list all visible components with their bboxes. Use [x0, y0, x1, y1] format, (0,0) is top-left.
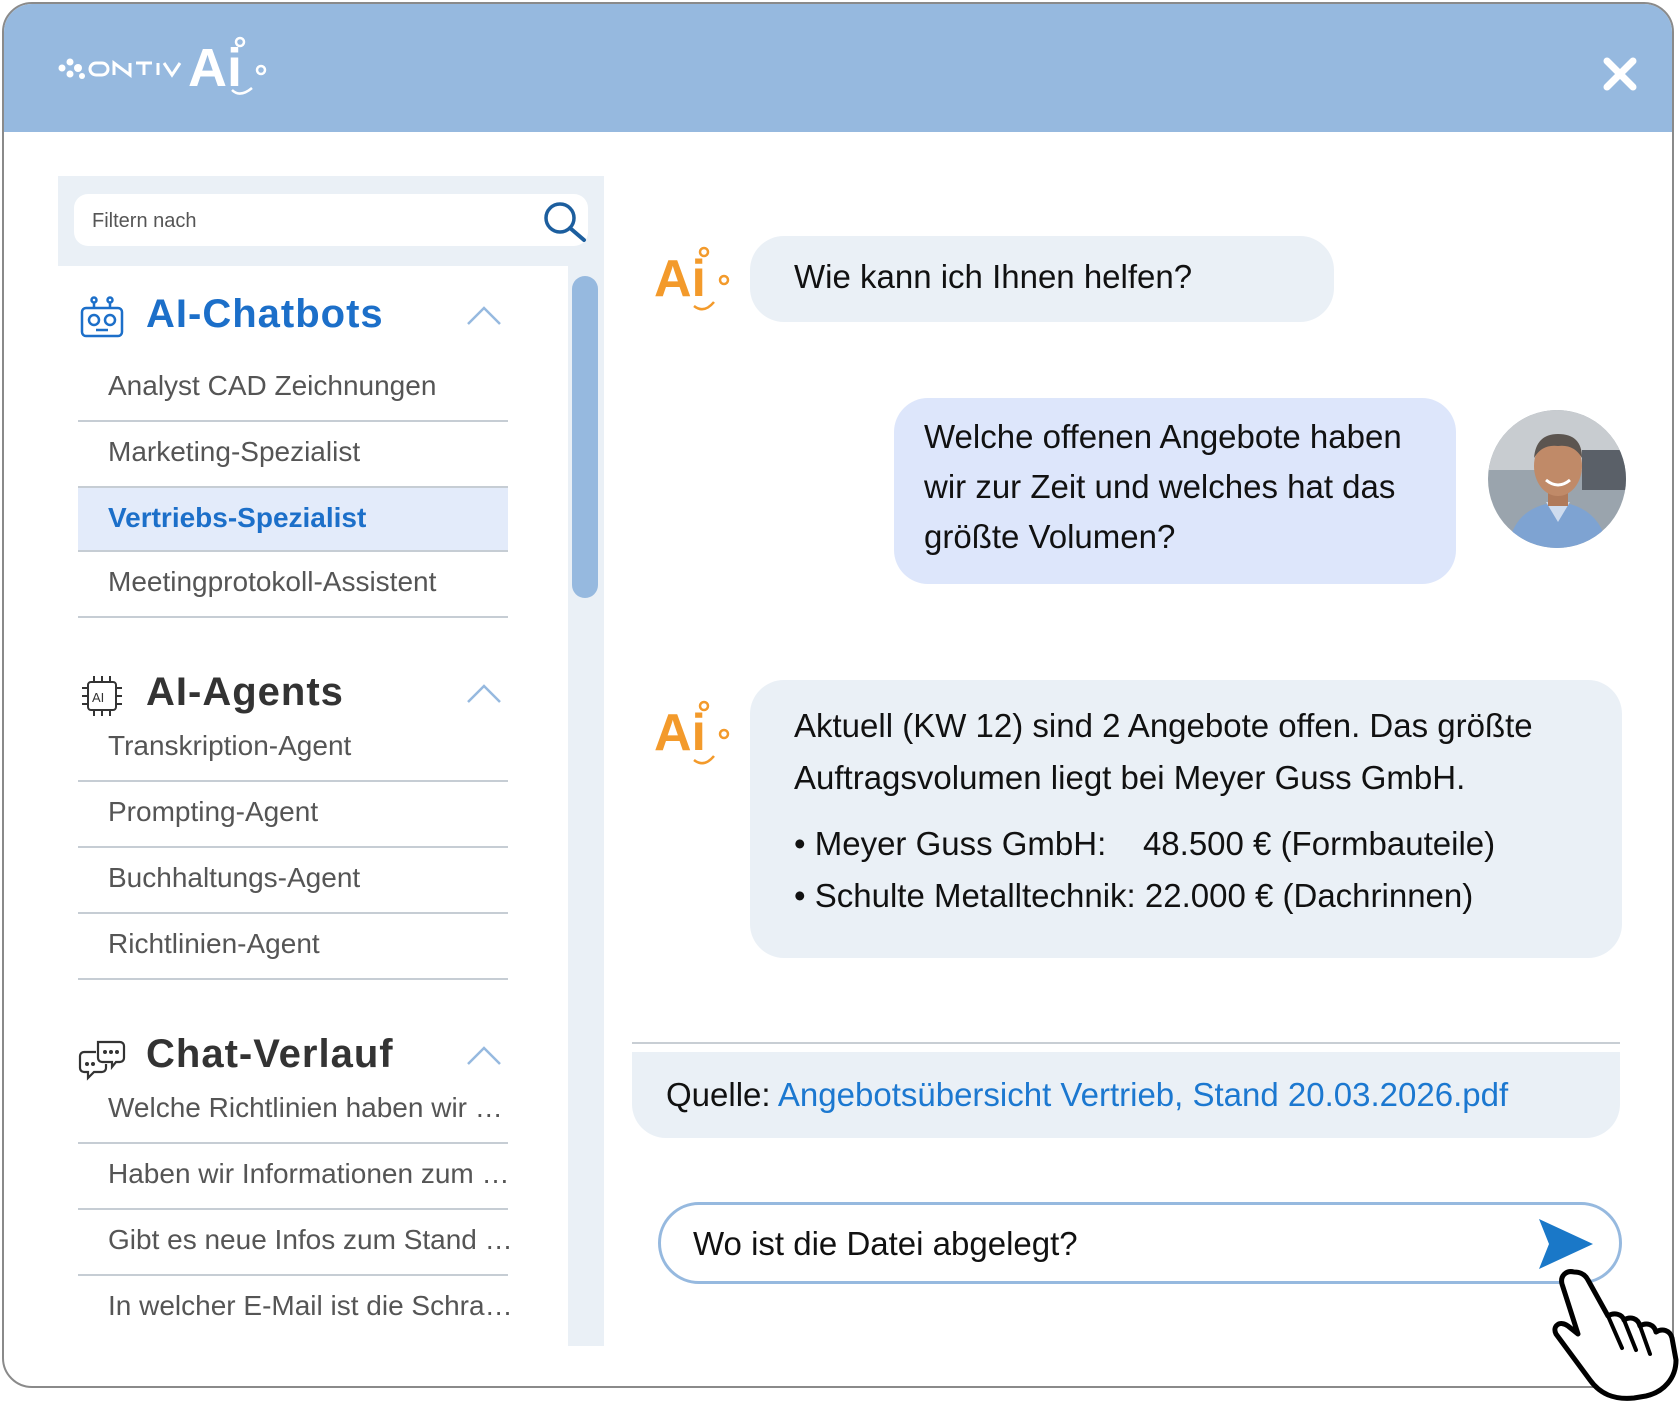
- svg-text:Ai: Ai: [654, 250, 706, 308]
- close-icon[interactable]: [1602, 56, 1638, 92]
- history-item[interactable]: Welche Richtlinien haben wir …: [78, 1078, 508, 1144]
- title-bar: Ai: [4, 4, 1672, 132]
- source-label: Quelle:: [666, 1076, 778, 1113]
- chat-bubbles-icon: [78, 1040, 126, 1081]
- svg-text:AI: AI: [92, 690, 104, 705]
- section-title: AI-Chatbots: [146, 292, 384, 336]
- answer-bullet: • Meyer Guss GmbH: 48.500 € (Formbauteil…: [794, 825, 1496, 862]
- sidebar-item-prompting[interactable]: Prompting-Agent: [78, 782, 508, 848]
- svg-text:Ai: Ai: [654, 704, 706, 762]
- section-ai-chatbots: AI-Chatbots: [78, 286, 538, 346]
- robot-icon: [80, 296, 124, 338]
- sidebar-item-label: Marketing-Spezialist: [108, 436, 361, 467]
- history-item[interactable]: Haben wir Informationen zum …: [78, 1144, 510, 1210]
- sidebar-item-buchhaltung[interactable]: Buchhaltungs-Agent: [78, 848, 508, 914]
- answer-line: Aktuell (KW 12) sind 2 Angebote offen. D…: [794, 707, 1533, 744]
- user-message: Welche offenen Angebote haben wir zur Ze…: [894, 398, 1456, 584]
- sidebar: AI-Chatbots Analyst CAD Zeichnungen Mark…: [58, 176, 604, 1346]
- history-item-label: In welcher E-Mail ist die Schra…: [108, 1290, 513, 1321]
- sidebar-item-transkription[interactable]: Transkription-Agent: [78, 716, 508, 782]
- assistant-answer: Aktuell (KW 12) sind 2 Angebote offen. D…: [750, 680, 1622, 958]
- history-item-label: Welche Richtlinien haben wir …: [108, 1092, 503, 1123]
- user-avatar: [1488, 410, 1626, 548]
- assistant-list: AI-Chatbots Analyst CAD Zeichnungen Mark…: [58, 266, 568, 1346]
- chat-area: Ai Wie kann ich Ihnen helfen? Welche off…: [604, 132, 1672, 1386]
- source-box: Quelle: Angebotsübersicht Vertrieb, Stan…: [632, 1052, 1620, 1138]
- chevron-up-icon[interactable]: [466, 1044, 502, 1066]
- sidebar-item-meetingprotokoll[interactable]: Meetingprotokoll-Assistent: [78, 552, 508, 618]
- scrollbar-thumb[interactable]: [572, 276, 598, 598]
- sidebar-item-marketing[interactable]: Marketing-Spezialist: [78, 422, 508, 488]
- sidebar-item-label: Meetingprotokoll-Assistent: [108, 566, 437, 597]
- chevron-up-icon[interactable]: [466, 304, 502, 326]
- section-ai-agents: AI AI-Agents: [78, 664, 538, 724]
- ontiv-ai-logo: Ai: [58, 36, 267, 98]
- search-icon[interactable]: [540, 200, 590, 242]
- assistant-message: Wie kann ich Ihnen helfen?: [750, 236, 1334, 322]
- ai-chip-icon: AI: [82, 676, 122, 716]
- send-icon[interactable]: [1535, 1215, 1597, 1273]
- message-line: größte Volumen?: [924, 518, 1176, 555]
- message-line: Welche offenen Angebote haben: [924, 418, 1402, 455]
- sidebar-item-richtlinien[interactable]: Richtlinien-Agent: [78, 914, 508, 980]
- history-item[interactable]: Gibt es neue Infos zum Stand …: [78, 1210, 513, 1276]
- message-line: wir zur Zeit und welches hat das: [924, 468, 1396, 505]
- sidebar-item-label: Buchhaltungs-Agent: [108, 862, 361, 893]
- ai-assistant-icon: Ai: [654, 700, 730, 765]
- answer-bullet: • Schulte Metalltechnik: 22.000 € (Dachr…: [794, 877, 1474, 914]
- sidebar-item-label: Prompting-Agent: [108, 796, 319, 827]
- section-chat-verlauf: Chat-Verlauf: [78, 1026, 538, 1086]
- sidebar-item-analyst-cad[interactable]: Analyst CAD Zeichnungen: [78, 356, 508, 422]
- history-item-label: Haben wir Informationen zum …: [108, 1158, 510, 1189]
- history-item[interactable]: In welcher E-Mail ist die Schra…: [78, 1276, 513, 1342]
- logo-ai-text: Ai: [188, 38, 242, 98]
- sidebar-item-label: Transkription-Agent: [108, 730, 352, 761]
- sidebar-item-label: Analyst CAD Zeichnungen: [108, 370, 437, 401]
- filter-box: [74, 194, 590, 248]
- answer-line: Auftragsvolumen liegt bei Meyer Guss Gmb…: [794, 759, 1466, 796]
- section-title: AI-Agents: [146, 670, 344, 714]
- sidebar-item-vertrieb[interactable]: Vertriebs-Spezialist: [78, 486, 508, 552]
- section-title: Chat-Verlauf: [146, 1032, 394, 1076]
- app-window: Ai Filtern nach AI-Chatbots Analyst CAD …: [2, 2, 1674, 1388]
- sidebar-item-label: Richtlinien-Agent: [108, 928, 320, 959]
- message-composer: [658, 1202, 1622, 1284]
- chevron-up-icon[interactable]: [466, 682, 502, 704]
- sidebar-item-label: Vertriebs-Spezialist: [108, 502, 367, 533]
- history-item-label: Gibt es neue Infos zum Stand …: [108, 1224, 513, 1255]
- source-link[interactable]: Angebotsübersicht Vertrieb, Stand 20.03.…: [778, 1076, 1508, 1113]
- ai-assistant-icon: Ai: [654, 246, 730, 311]
- message-input[interactable]: [691, 1205, 1515, 1283]
- divider: [632, 1042, 1620, 1044]
- filter-input[interactable]: [90, 194, 514, 248]
- pointer-hand-icon: [1552, 1269, 1679, 1401]
